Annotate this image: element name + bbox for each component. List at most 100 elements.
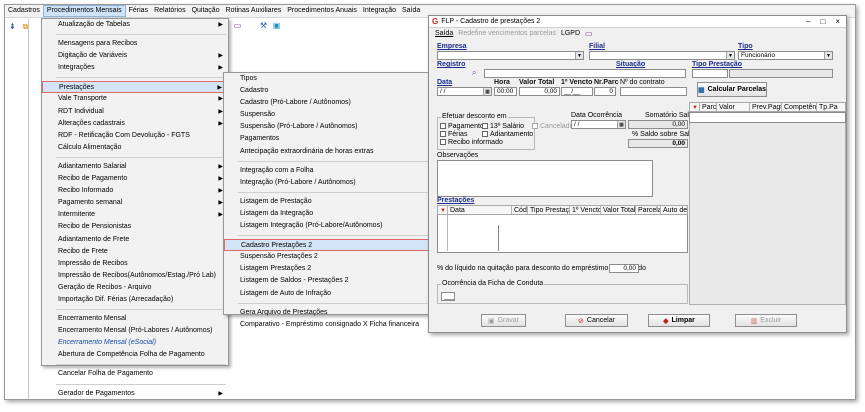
menu-procedimentos-mensais[interactable]: Procedimentos Mensais	[42, 5, 126, 17]
tools-icon[interactable]: ⚒	[259, 21, 268, 30]
nr-parc-field[interactable]: 0	[594, 87, 616, 96]
menu1-item-recibo-de-frete[interactable]: Recibo de Frete	[42, 246, 228, 258]
tipo-prestacao-code[interactable]	[692, 69, 728, 78]
prestacoes-grid-body[interactable]	[437, 215, 688, 253]
menu1-item-pagamento-semanal[interactable]: Pagamento semanal ▶	[42, 197, 228, 209]
menu1-item-vale-transporte[interactable]: Vale Transporte ▶	[42, 93, 228, 105]
grid-col-auto[interactable]: Auto de i	[661, 206, 687, 214]
menu2-item-integracao-com-a-folha[interactable]: Integração com a Folha	[224, 165, 431, 177]
empresa-select[interactable]: ▼	[437, 51, 584, 60]
pin-icon[interactable]: ⇟	[8, 22, 17, 31]
menu1-item-recibo-de-pensionistas[interactable]: Recibo de Pensionistas	[42, 221, 228, 233]
menu2-item-gera-arquivo-de-prestacoes[interactable]: Gera Arquivo de Prestações	[224, 307, 431, 319]
pct-liquido-field[interactable]: 0,00	[609, 264, 639, 273]
observacoes-textarea[interactable]	[437, 160, 653, 197]
grid-col-vencto[interactable]: 1º Vencto	[570, 206, 601, 214]
menu2-item-listagem-integracao-pro-labore-autonomos[interactable]: Listagem Integração (Pró-Labore/Autônomo…	[224, 220, 431, 232]
parcelas-col-parc[interactable]: Parc	[700, 103, 717, 111]
menu1-item-prestacoes[interactable]: Prestações ▶	[42, 81, 228, 94]
menu2-item-listagem-de-saldos-prestacoes-2[interactable]: Listagem de Saldos - Prestações 2	[224, 275, 431, 287]
screen-icon[interactable]: ▭	[233, 21, 242, 30]
cancelar-button[interactable]: ⊘ Cancelar	[565, 314, 628, 327]
menu2-item-antecipacao-extraordinaria-de-horas-extras[interactable]: Antecipação extraordinária de horas extr…	[224, 146, 431, 158]
parcelas-col-competencia[interactable]: Competência	[782, 103, 817, 111]
primeiro-vencto-field[interactable]: __/__	[561, 87, 593, 96]
menu-relatorios[interactable]: Relatórios	[151, 5, 189, 17]
menu2-item-cadastro-prestacoes-2[interactable]: Cadastro Prestações 2	[224, 239, 431, 252]
check-pagamento[interactable]: Pagamento	[440, 123, 484, 130]
save-disk-icon[interactable]: ▣	[272, 21, 281, 30]
check-ferias[interactable]: Férias	[440, 131, 467, 138]
menu1-item-impressao-de-recibos[interactable]: Impressão de Recibos	[42, 258, 228, 270]
menu-integracao[interactable]: Integração	[360, 5, 399, 17]
menu2-item-suspensao[interactable]: Suspensão	[224, 109, 431, 121]
menu2-item-comparativo-emprestimo-consignado-x-ficha-financeira[interactable]: Comparativo - Empréstimo consignado X Fi…	[224, 319, 431, 331]
parcelas-grid-row[interactable]	[689, 112, 846, 123]
check-adiantamento[interactable]: Adiantamento	[482, 131, 533, 138]
menu2-item-cadastro-pro-labore-autonomos[interactable]: Cadastro (Pró-Labore / Autônomos)	[224, 97, 431, 109]
menu2-item-suspensao-pro-labore-autonomos[interactable]: Suspensão (Pró-Labore / Autônomos)	[224, 121, 431, 133]
limpar-button[interactable]: ◆ Limpar	[648, 314, 710, 327]
menu2-item-tipos[interactable]: Tipos	[224, 73, 431, 85]
ocorrencia-field[interactable]: ___	[441, 292, 455, 301]
menu2-item-listagem-de-prestacao[interactable]: Listagem de Prestação	[224, 196, 431, 208]
menu-quitacao[interactable]: Quitação	[189, 5, 223, 17]
minimize-icon[interactable]: –	[806, 17, 810, 26]
parcelas-grid-body[interactable]	[689, 123, 846, 305]
calendar-icon[interactable]: ▦	[483, 88, 491, 95]
gravar-button[interactable]: ▣ Gravar	[481, 314, 526, 327]
menu1-item-integracoes[interactable]: Integrações ▶	[42, 62, 228, 74]
close-icon[interactable]: ×	[835, 17, 840, 26]
filial-select[interactable]: ▼	[589, 51, 735, 60]
menu1-item-cancelar-folha-de-pagamento[interactable]: Cancelar Folha de Pagamento	[42, 368, 228, 380]
valor-total-field[interactable]: 0,00	[519, 87, 560, 96]
check-13-salario[interactable]: 13º Salário	[482, 123, 524, 130]
calcular-parcelas-button[interactable]: ▦ Calcular Parcelas	[697, 82, 767, 97]
menu1-item-impressao-de-recibos-autonomos-estag-pro-lab[interactable]: Impressão de Recibos(Autônomos/Estag./Pr…	[42, 270, 228, 282]
menu1-item-intermitente[interactable]: Intermitente ▶	[42, 209, 228, 221]
menu-procedimentos-anuais[interactable]: Procedimentos Anuais	[284, 5, 360, 17]
parcelas-col-tp[interactable]: Tp.Pa	[817, 103, 845, 111]
parcelas-col-valor[interactable]: Valor	[717, 103, 750, 111]
excluir-button[interactable]: ▥ Excluir	[735, 314, 797, 327]
lgpd-screen-icon[interactable]: ▭	[585, 29, 593, 38]
tipo-select[interactable]: Funcionário ▼	[738, 51, 833, 60]
menu-cadastros[interactable]: Cadastros	[5, 5, 43, 17]
calendar-icon-2[interactable]: ▦	[617, 121, 625, 128]
check-recibo-informado[interactable]: Recibo informado	[440, 139, 503, 146]
menu-rotinas-auxiliares[interactable]: Rotinas Auxiliares	[223, 5, 285, 17]
menu1-item-geracao-de-recibos-arquivo[interactable]: Geração de Recibos - Arquivo	[42, 282, 228, 294]
grid-col-data[interactable]: Data	[448, 206, 512, 214]
menu1-item-atualizacao-de-tabelas[interactable]: Atualização de Tabelas ▶	[42, 19, 228, 31]
menu1-item-alteracoes-cadastrais[interactable]: Alterações cadastrais ▶	[42, 118, 228, 130]
data-field[interactable]: / / ▦	[437, 87, 492, 96]
grid-col-parcelas[interactable]: Parcelas	[636, 206, 661, 214]
data-ocorrencia-field[interactable]: / / ▦	[571, 120, 626, 129]
maximize-icon[interactable]: □	[820, 17, 825, 26]
dialog-menu-lgpd[interactable]: LGPD	[561, 30, 580, 37]
menu1-item-calculo-alimentacao[interactable]: Cálculo Alimentação	[42, 142, 228, 154]
menu1-item-recibo-de-pagamento[interactable]: Recibo de Pagamento ▶	[42, 173, 228, 185]
search-icon[interactable]: ⌕	[472, 68, 476, 78]
grid-col-valor[interactable]: Valor Total	[601, 206, 636, 214]
menu1-item-importacao-dif-ferias-arrecadacao[interactable]: Importação Dif. Férias (Arrecadação)	[42, 294, 228, 306]
menu2-item-pagamentos[interactable]: Pagamentos	[224, 133, 431, 145]
menu1-item-encerramento-mensal-pro-labores-autonomos[interactable]: Encerramento Mensal (Pró-Labores / Autôn…	[42, 325, 228, 337]
parcelas-col-prev[interactable]: Prev.Pagto	[750, 103, 782, 111]
menu1-item-encerramento-mensal-esocial[interactable]: Encerramento Mensal (eSocial)	[42, 337, 228, 349]
menu1-item-gerador-de-pagamentos[interactable]: Gerador de Pagamentos ▶	[42, 388, 228, 400]
menu2-item-suspensao-prestacoes-2[interactable]: Suspensão Prestações 2	[224, 251, 431, 263]
menu1-item-digitacao-de-variaveis[interactable]: Digitação de Variáveis ▶	[42, 50, 228, 62]
hora-field[interactable]: 00:00	[494, 87, 517, 96]
registro-field[interactable]	[484, 69, 686, 78]
menu2-item-listagem-prestacoes-2[interactable]: Listagem Prestações 2	[224, 263, 431, 275]
menu2-item-cadastro[interactable]: Cadastro	[224, 85, 431, 97]
menu1-item-abertura-de-competencia-folha-de-pagamento[interactable]: Abertura de Competência Folha de Pagamen…	[42, 349, 228, 361]
grid-col-tipo[interactable]: Tipo Prestação	[528, 206, 570, 214]
menu2-item-integracao-pro-labore-autonomos[interactable]: Integração (Pró-Labore / Autônomos)	[224, 177, 431, 189]
menu1-item-adiantamento-salarial[interactable]: Adiantamento Salarial ▶	[42, 161, 228, 173]
grid-col-cod[interactable]: Cód	[512, 206, 528, 214]
menu2-item-listagem-da-integracao[interactable]: Listagem da Integração	[224, 208, 431, 220]
dialog-menu-saida[interactable]: Saída	[435, 30, 453, 37]
menu1-item-mensagens-para-recibos[interactable]: Mensagens para Recibos	[42, 38, 228, 50]
